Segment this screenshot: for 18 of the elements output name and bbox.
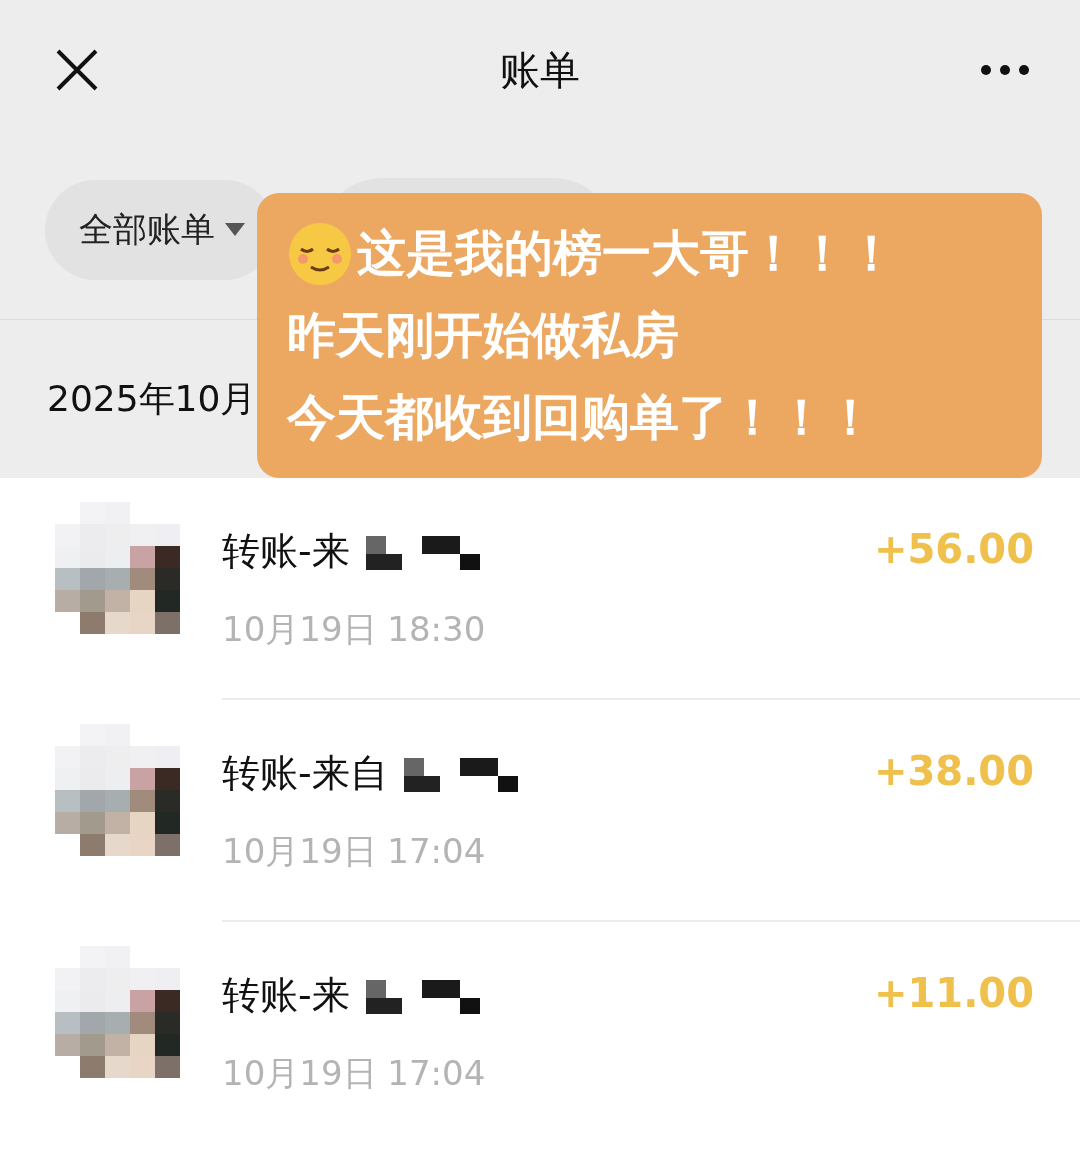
- transaction-time: 10月19日 18:30: [222, 608, 486, 651]
- transaction-time: 10月19日 17:04: [222, 1052, 486, 1095]
- transaction-title: 转账-来: [222, 972, 350, 1019]
- transaction-title: 转账-来自: [222, 750, 388, 797]
- close-icon[interactable]: [55, 48, 99, 92]
- caption-line: 这是我的榜一大哥！！！: [357, 223, 896, 284]
- caret-icon: [225, 222, 245, 237]
- more-icon[interactable]: [980, 64, 1030, 76]
- transaction-title: 转账-来: [222, 528, 350, 575]
- caption-line: 昨天刚开始做私房: [287, 305, 679, 366]
- relieved-face-icon: [287, 220, 353, 287]
- transaction-amount: +38.00: [873, 748, 1034, 796]
- transaction-amount: +11.00: [873, 970, 1034, 1018]
- page-title: 账单: [499, 45, 580, 95]
- transaction-amount: +56.00: [873, 526, 1034, 574]
- caption-line: 今天都收到回购单了！！！: [287, 387, 875, 448]
- month-label[interactable]: 2025年10月: [47, 374, 257, 424]
- transaction-time: 10月19日 17:04: [222, 830, 487, 873]
